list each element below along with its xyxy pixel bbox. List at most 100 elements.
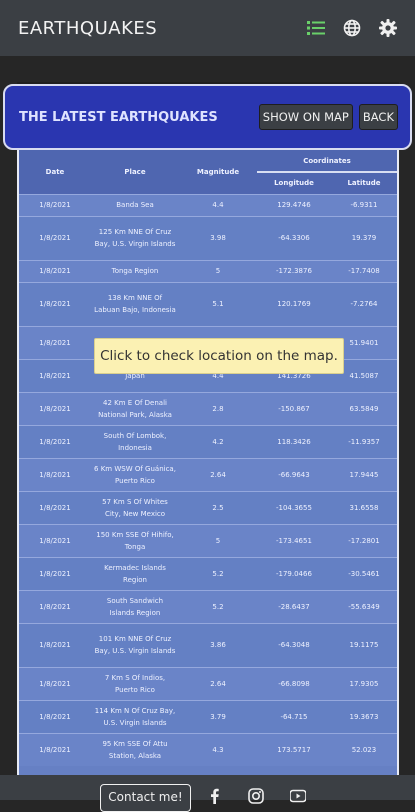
cell-date: 1/8/2021 [19, 259, 91, 282]
cell-longitude: -179.0466 [257, 556, 331, 590]
cell-latitude: -17.2801 [330, 523, 397, 557]
cell-latitude: 19.3673 [330, 699, 397, 733]
cell-place: 95 Km SSE Of Attu Station, Alaska [91, 732, 179, 766]
cell-place: 6 Km WSW Of Guánica, Puerto Rico [91, 457, 179, 491]
cell-date: 1/8/2021 [19, 622, 91, 667]
cell-latitude: 19.379 [330, 215, 397, 260]
cell-longitude: -104.3655 [257, 490, 331, 524]
cell-magnitude: 5.1 [179, 281, 257, 326]
globe-icon[interactable] [343, 19, 361, 37]
cell-latitude: 19.1175 [330, 622, 397, 667]
gear-icon[interactable] [379, 19, 397, 37]
cell-date: 1/8/2021 [19, 281, 91, 326]
cell-date: 1/8/2021 [19, 193, 91, 216]
cell-magnitude: 2.64 [179, 457, 257, 491]
table-row[interactable]: 1/8/2021 57 Km S Of Whites City, New Mexi… [19, 490, 397, 524]
cell-date: 1/8/2021 [19, 556, 91, 590]
cell-place: 42 Km E Of Denali National Park, Alaska [91, 391, 179, 425]
cell-date: 1/8/2021 [19, 523, 91, 557]
cell-longitude: -150.867 [257, 391, 331, 425]
cell-longitude: -173.4651 [257, 523, 331, 557]
cell-date: 1/8/2021 [19, 358, 91, 392]
table-row[interactable]: 1/8/2021 Kermadec Islands Region 5.2 -179.0… [19, 556, 397, 590]
cell-magnitude: 5.2 [179, 589, 257, 623]
header-coordinates: Coordinates [257, 150, 397, 172]
page-title: THE LATEST EARTHQUAKES [19, 109, 218, 125]
table-row[interactable]: 1/8/2021 42 Km E Of Denali National Park,… [19, 391, 397, 425]
instagram-icon[interactable] [248, 788, 264, 804]
facebook-icon[interactable] [207, 788, 223, 804]
cell-place: South Of Lombok, Indonesia [91, 424, 179, 458]
cell-longitude: 120.1769 [257, 281, 331, 326]
cell-magnitude: 2.5 [179, 490, 257, 524]
cell-place: 125 Km NNE Of Cruz Bay, U.S. Virgin Isla… [91, 215, 179, 260]
cell-magnitude: 5.2 [179, 556, 257, 590]
cell-longitude: 173.5717 [257, 732, 331, 766]
nav-icons [307, 19, 397, 37]
cell-latitude: 52.023 [330, 732, 397, 766]
cell-latitude: 63.5849 [330, 391, 397, 425]
header-longitude: Longitude [257, 172, 331, 194]
cell-date: 1/8/2021 [19, 391, 91, 425]
cell-latitude: 17.9305 [330, 666, 397, 700]
navbar: EARTHQUAKES [0, 0, 415, 56]
youtube-icon[interactable] [289, 788, 307, 804]
cell-magnitude: 3.86 [179, 622, 257, 667]
show-on-map-button[interactable]: SHOW ON MAP [258, 104, 353, 130]
cell-magnitude: 4.2 [179, 424, 257, 458]
cell-date: 1/8/2021 [19, 666, 91, 700]
cell-magnitude: 2.64 [179, 666, 257, 700]
cell-longitude: -172.3876 [257, 259, 331, 282]
table-row[interactable]: 1/8/2021 6 Km WSW Of Guánica, Puerto Rico… [19, 457, 397, 491]
list-icon[interactable] [307, 19, 325, 37]
header-latitude: Latitude [330, 172, 397, 194]
cell-latitude: 17.9445 [330, 457, 397, 491]
cell-place: Banda Sea [91, 193, 179, 216]
cell-longitude: 118.3426 [257, 424, 331, 458]
cell-date: 1/8/2021 [19, 732, 91, 766]
table-row[interactable]: 1/8/2021 138 Km NNE Of Labuan Bajo, Indon… [19, 281, 397, 326]
cell-place: 101 Km NNE Of Cruz Bay, U.S. Virgin Isla… [91, 622, 179, 667]
earthquake-table: Date Place Magnitude Coordinates Longitu… [17, 150, 399, 775]
cell-latitude: 31.6558 [330, 490, 397, 524]
cell-longitude: -66.8098 [257, 666, 331, 700]
contact-button[interactable]: Contact me! [100, 784, 191, 812]
cell-date: 1/8/2021 [19, 457, 91, 491]
cell-latitude: -30.5461 [330, 556, 397, 590]
cell-magnitude: 4.3 [179, 732, 257, 766]
table-row[interactable]: 1/8/2021 150 Km SSE Of Hihifo, Tonga 5 -173… [19, 523, 397, 557]
cell-longitude: -64.715 [257, 699, 331, 733]
cell-latitude: -11.9357 [330, 424, 397, 458]
cell-magnitude: 2.8 [179, 391, 257, 425]
cell-latitude: -55.6349 [330, 589, 397, 623]
cell-date: 1/8/2021 [19, 589, 91, 623]
table-row[interactable]: 1/8/2021 101 Km NNE Of Cruz Bay, U.S. Vir… [19, 622, 397, 667]
cell-longitude: -28.6437 [257, 589, 331, 623]
cell-place: 138 Km NNE Of Labuan Bajo, Indonesia [91, 281, 179, 326]
table-row[interactable]: 1/8/2021 South Of Lombok, Indonesia 4.2 118… [19, 424, 397, 458]
cell-place: 7 Km S Of Indios, Puerto Rico [91, 666, 179, 700]
cell-magnitude: 5 [179, 523, 257, 557]
table-row[interactable]: 1/8/2021 7 Km S Of Indios, Puerto Rico 2.6… [19, 666, 397, 700]
cell-place: 114 Km N Of Cruz Bay, U.S. Virgin Island… [91, 699, 179, 733]
app-title: EARTHQUAKES [18, 17, 158, 39]
cell-longitude: -66.9643 [257, 457, 331, 491]
table-row[interactable]: 1/8/2021 South Sandwich Islands Region 5.2… [19, 589, 397, 623]
header-magnitude: Magnitude [179, 150, 257, 194]
table-row[interactable]: 1/8/2021 114 Km N Of Cruz Bay, U.S. Virgi… [19, 699, 397, 733]
cell-longitude: -64.3048 [257, 622, 331, 667]
cell-latitude: -7.2764 [330, 281, 397, 326]
cell-place: Kermadec Islands Region [91, 556, 179, 590]
table-row[interactable]: 1/8/2021 125 Km NNE Of Cruz Bay, U.S. Vir… [19, 215, 397, 260]
cell-place: South Sandwich Islands Region [91, 589, 179, 623]
cell-magnitude: 3.79 [179, 699, 257, 733]
table-row[interactable]: 1/8/2021 Banda Sea 4.4 129.4746 -6.9311 [19, 193, 397, 216]
cell-latitude: -6.9311 [330, 193, 397, 216]
cell-magnitude: 4.4 [179, 193, 257, 216]
table-row[interactable]: 1/8/2021 95 Km SSE Of Attu Station, Alask… [19, 732, 397, 766]
cell-date: 1/8/2021 [19, 424, 91, 458]
cell-magnitude: 3.98 [179, 215, 257, 260]
table-row[interactable]: 1/8/2021 Tonga Region 5 -172.3876 -17.7408 [19, 259, 397, 282]
back-button[interactable]: BACK [358, 104, 398, 130]
cell-longitude: 129.4746 [257, 193, 331, 216]
